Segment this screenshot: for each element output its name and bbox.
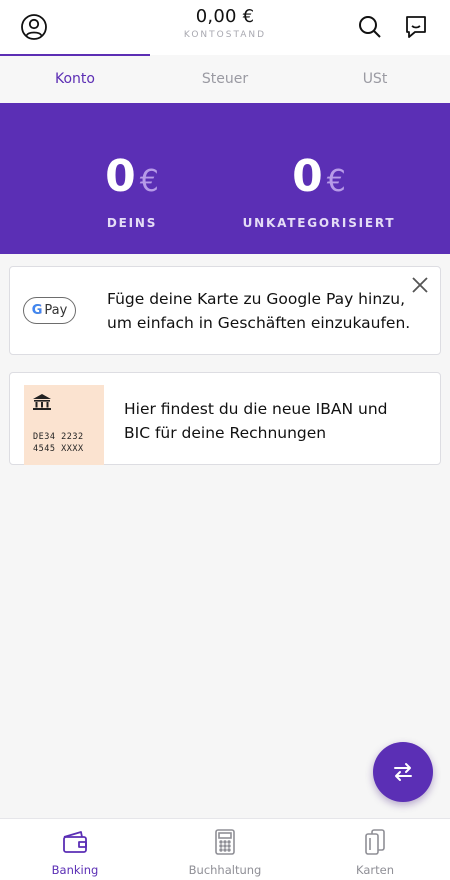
google-pay-text: Pay <box>44 303 68 318</box>
transfer-arrows-icon <box>394 763 412 781</box>
search-button[interactable] <box>352 9 388 45</box>
google-pay-badge: G Pay <box>23 297 76 324</box>
iban-info-line2: BIC für deine Rechnungen <box>124 424 327 442</box>
google-pay-promo-line2: um einfach in Geschäften einzukaufen. <box>107 314 411 332</box>
stat-deins-value: 0 <box>105 151 136 202</box>
close-button[interactable] <box>410 275 430 295</box>
app-header: 0,00 € KONTOSTAND <box>0 0 450 55</box>
stat-unkategorisiert-value: 0 <box>292 151 323 202</box>
tab-ust[interactable]: USt <box>300 55 450 103</box>
cards-icon <box>365 829 385 855</box>
nav-buchhaltung-label: Buchhaltung <box>188 863 262 877</box>
iban-info-line1: Hier findest du die neue IBAN und <box>124 400 388 418</box>
bottom-navigation: Banking Buchhaltung Karten <box>0 818 450 880</box>
account-tabs: Konto Steuer USt <box>0 54 450 103</box>
search-icon <box>359 16 381 38</box>
nav-buchhaltung[interactable]: Buchhaltung <box>150 819 300 880</box>
chat-bubble-icon <box>406 16 426 38</box>
stat-deins[interactable]: 0 € DEINS <box>32 151 232 230</box>
calculator-icon <box>215 829 235 855</box>
stat-deins-currency: € <box>139 164 159 199</box>
transfer-fab[interactable] <box>373 742 433 802</box>
wallet-icon <box>63 831 87 853</box>
iban-thumb-line2: 4545 XXXX <box>33 444 84 454</box>
iban-info-text: Hier findest du die neue IBAN und BIC fü… <box>124 397 388 445</box>
stat-unkategorisiert-label: UNKATEGORISIERT <box>242 216 396 230</box>
iban-info-card[interactable]: DE34 2232 4545 XXXX Hier findest du die … <box>9 372 441 465</box>
google-g-logo: G <box>31 303 43 318</box>
stat-unkategorisiert-value-row: 0 € <box>219 151 419 208</box>
google-pay-promo-line1: Füge deine Karte zu Google Pay hinzu, <box>107 290 406 308</box>
close-icon <box>412 277 428 293</box>
stat-unkategorisiert-currency: € <box>326 164 346 199</box>
bank-card-thumbnail: DE34 2232 4545 XXXX <box>24 385 104 465</box>
stat-unkategorisiert[interactable]: 0 € UNKATEGORISIERT <box>219 151 419 230</box>
iban-thumb-line1: DE34 2232 <box>33 432 84 442</box>
nav-banking[interactable]: Banking <box>0 819 150 880</box>
nav-karten-label: Karten <box>356 863 394 877</box>
tab-steuer[interactable]: Steuer <box>150 55 300 103</box>
google-pay-promo-text: Füge deine Karte zu Google Pay hinzu, um… <box>107 287 410 335</box>
stat-deins-label: DEINS <box>106 216 158 230</box>
stat-deins-value-row: 0 € <box>32 151 232 208</box>
tab-konto[interactable]: Konto <box>0 54 150 103</box>
balance-overview: 0 € DEINS 0 € UNKATEGORISIERT <box>0 103 450 254</box>
nav-banking-label: Banking <box>51 863 99 877</box>
bank-icon <box>33 394 51 410</box>
chat-button[interactable] <box>398 9 434 45</box>
nav-karten[interactable]: Karten <box>300 819 450 880</box>
google-pay-promo-card[interactable]: G Pay Füge deine Karte zu Google Pay hinz… <box>9 266 441 355</box>
